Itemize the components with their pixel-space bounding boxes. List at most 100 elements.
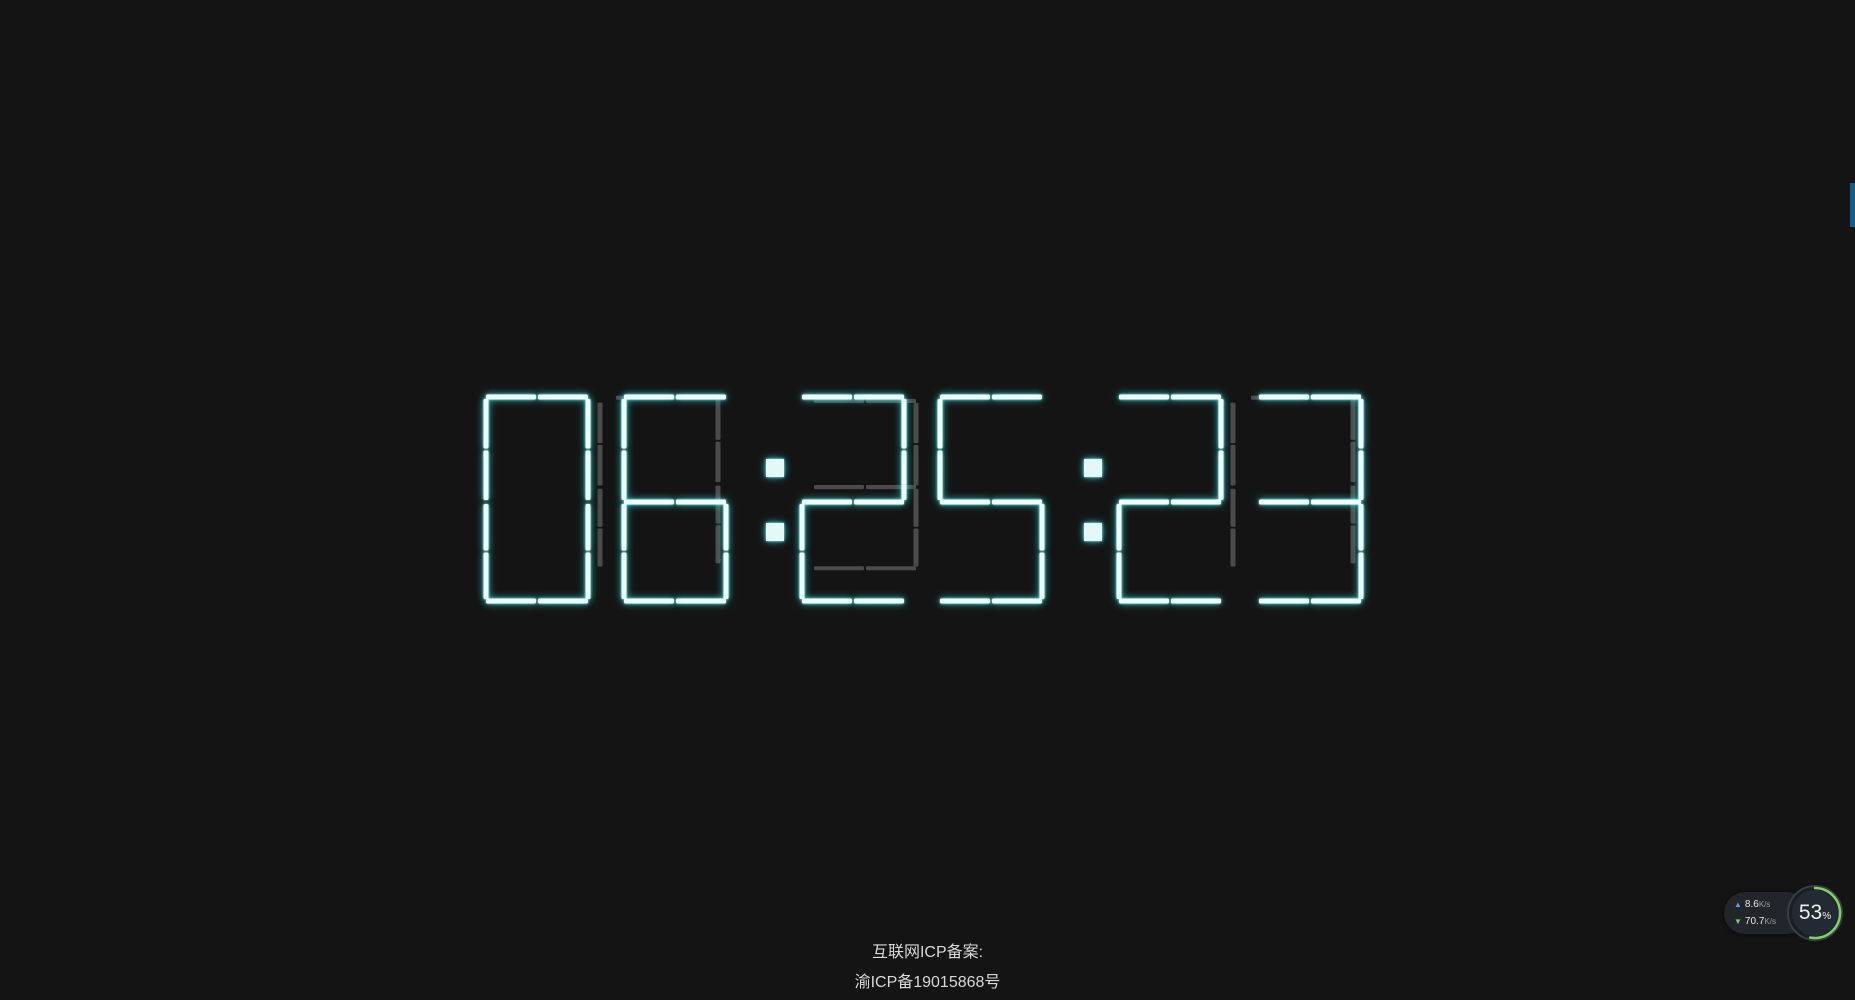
- segment-c: [913, 488, 919, 527]
- segment-c: [723, 552, 729, 599]
- segment-d: [802, 598, 852, 604]
- segment-b: [1350, 441, 1356, 483]
- network-speed-widget[interactable]: ▲ 8.6K/s ▼ 70.7K/s 53%: [1724, 884, 1844, 942]
- digital-clock: [483, 394, 1364, 604]
- segment-d: [486, 598, 536, 604]
- segment-c: [723, 504, 729, 551]
- segment-e: [799, 504, 805, 551]
- segment-g: [1171, 499, 1221, 505]
- usage-percent: 53%: [1786, 884, 1844, 942]
- icp-label: 互联网ICP备案:: [871, 944, 984, 961]
- clock-digit-6: [1259, 394, 1364, 604]
- segment-e: [1116, 552, 1122, 599]
- upload-speed: ▲ 8.6K/s: [1734, 899, 1770, 910]
- segment-g: [802, 499, 852, 505]
- usage-percent-value: 53: [1798, 901, 1823, 924]
- segment-b: [913, 444, 919, 486]
- clock-digit-2: [621, 394, 729, 604]
- segment-b: [585, 450, 591, 500]
- segment-e: [621, 504, 627, 551]
- segment-f: [483, 450, 489, 500]
- segment-a: [802, 394, 852, 400]
- segment-c: [1358, 552, 1364, 599]
- segment-a: [1259, 394, 1309, 400]
- ghost-digit-2: [616, 395, 721, 564]
- colon-2-dot-2: [1084, 523, 1102, 541]
- segment-a: [814, 398, 864, 404]
- segment-c: [913, 528, 919, 567]
- segment-d: [866, 566, 916, 571]
- segment-c: [597, 528, 603, 567]
- clock-digit-1: [483, 394, 591, 604]
- segment-f: [937, 399, 943, 449]
- clock-digit-5: [1116, 394, 1224, 604]
- segment-a: [866, 398, 916, 404]
- segment-d: [676, 598, 726, 604]
- footer: 互联网ICP备案: 渝ICP备19015868号: [0, 938, 1855, 998]
- clock-digit-3: [799, 394, 907, 604]
- segment-b: [1358, 450, 1364, 500]
- segment-a: [486, 394, 536, 400]
- segment-a: [992, 394, 1042, 400]
- segment-b: [715, 399, 721, 440]
- segment-d: [1119, 598, 1169, 604]
- icp-record-link[interactable]: 渝ICP备19015868号: [0, 968, 1855, 998]
- segment-a: [538, 394, 588, 400]
- segment-d: [624, 598, 674, 604]
- colon-1-dot-1: [766, 459, 784, 477]
- segment-b: [1230, 444, 1236, 486]
- segment-g: [624, 499, 674, 505]
- upload-speed-value: 8.6: [1744, 899, 1759, 910]
- segment-c: [1039, 552, 1045, 599]
- arrow-up-icon: ▲: [1734, 900, 1742, 909]
- upload-speed-unit: K/s: [1758, 900, 1771, 909]
- scrollbar-thumb[interactable]: [1850, 183, 1855, 227]
- segment-f: [621, 450, 627, 500]
- segment-g: [1311, 499, 1361, 505]
- segment-c: [597, 488, 603, 527]
- segment-a: [1311, 394, 1361, 400]
- segment-e: [621, 552, 627, 599]
- download-speed-unit: K/s: [1764, 917, 1776, 926]
- segment-b: [901, 399, 907, 449]
- segment-g: [1119, 499, 1169, 505]
- segment-c: [585, 504, 591, 551]
- ghost-digit-layer: [597, 395, 1356, 571]
- segment-e: [799, 552, 805, 599]
- segment-a: [940, 394, 990, 400]
- segment-b: [585, 399, 591, 449]
- segment-b: [913, 402, 919, 444]
- segment-b: [1350, 399, 1356, 440]
- segment-b: [715, 441, 721, 483]
- segment-d: [940, 598, 990, 604]
- segment-f: [937, 450, 943, 500]
- segment-b: [901, 450, 907, 500]
- download-speed-value: 70.7: [1744, 916, 1765, 927]
- segment-a: [854, 394, 904, 400]
- segment-c: [1350, 485, 1356, 524]
- segment-c: [1350, 525, 1356, 564]
- segment-e: [483, 504, 489, 551]
- segment-c: [715, 485, 721, 524]
- download-speed: ▼ 70.7K/s: [1734, 916, 1776, 927]
- colon-2-dot-1: [1084, 459, 1102, 477]
- segment-d: [854, 598, 904, 604]
- segment-f: [483, 399, 489, 449]
- usage-percent-unit: %: [1822, 911, 1832, 922]
- segment-g: [814, 485, 864, 490]
- ghost-digit-1: [597, 402, 603, 567]
- segment-d: [1171, 598, 1221, 604]
- segment-b: [1218, 450, 1224, 500]
- segment-e: [483, 552, 489, 599]
- segment-e: [1116, 504, 1122, 551]
- clock-digit-4: [937, 394, 1045, 604]
- segment-c: [1358, 504, 1364, 551]
- segment-b: [1358, 399, 1364, 449]
- segment-c: [1230, 488, 1236, 527]
- clock-page: 互联网ICP备案: 渝ICP备19015868号 ▲ 8.6K/s ▼ 70.7K/…: [0, 0, 1855, 1000]
- arrow-down-icon: ▼: [1734, 917, 1742, 926]
- segment-a: [1119, 394, 1169, 400]
- segment-b: [1230, 402, 1236, 444]
- segment-f: [621, 399, 627, 449]
- ghost-digit-6: [1251, 395, 1356, 564]
